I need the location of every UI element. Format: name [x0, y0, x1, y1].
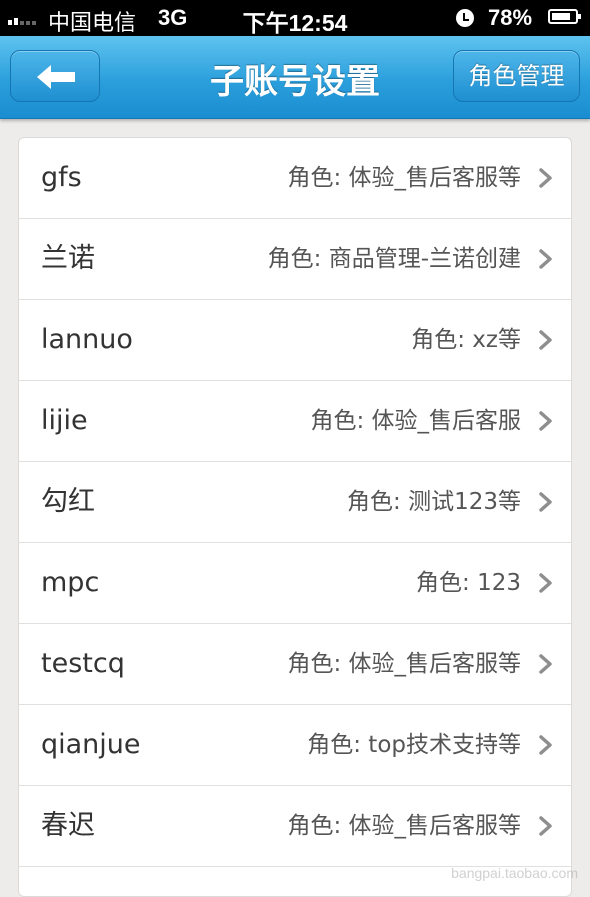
account-name: 兰诺	[41, 243, 95, 274]
nav-bar: 子账号设置 角色管理	[0, 36, 590, 119]
chevron-right-icon	[539, 735, 552, 755]
account-role: 角色: 商品管理-兰诺创建	[267, 246, 521, 272]
account-name: gfs	[41, 162, 82, 193]
list-item[interactable]: gfs 角色: 体验_售后客服等	[19, 138, 571, 219]
battery-icon	[548, 9, 581, 24]
account-role: 角色: top技术支持等	[307, 732, 521, 758]
account-name: mpc	[41, 567, 100, 598]
account-name: testcq	[41, 648, 125, 679]
list-item[interactable]: testcq 角色: 体验_售后客服等	[19, 624, 571, 705]
list-item[interactable]: 春迟 角色: 体验_售后客服等	[19, 786, 571, 867]
list-item[interactable]: mpc 角色: 123	[19, 543, 571, 624]
list-item[interactable]: 兰诺 角色: 商品管理-兰诺创建	[19, 219, 571, 300]
role-manage-button[interactable]: 角色管理	[453, 50, 580, 102]
battery-percent: 78%	[488, 5, 533, 30]
account-role: 角色: 123	[416, 570, 521, 596]
watermark: bangpai.taobao.com	[451, 865, 578, 881]
chevron-right-icon	[539, 411, 552, 431]
account-role: 角色: 测试123等	[347, 489, 521, 515]
chevron-right-icon	[539, 330, 552, 350]
list-item[interactable]: 勾红 角色: 测试123等	[19, 462, 571, 543]
chevron-right-icon	[539, 573, 552, 593]
account-name: 春迟	[41, 810, 95, 841]
account-name: 勾红	[41, 486, 95, 517]
sub-account-list: gfs 角色: 体验_售后客服等 兰诺 角色: 商品管理-兰诺创建 lannuo 角色: …	[18, 137, 572, 897]
account-name: lijie	[41, 405, 88, 436]
account-name: qianjue	[41, 729, 141, 760]
list-item[interactable]: lijie 角色: 体验_售后客服	[19, 381, 571, 462]
account-role: 角色: xz等	[411, 327, 521, 353]
chevron-right-icon	[539, 249, 552, 269]
rotation-lock-icon	[456, 9, 474, 27]
chevron-right-icon	[539, 816, 552, 836]
list-item[interactable]: lannuo 角色: xz等	[19, 300, 571, 381]
list-item[interactable]: qianjue 角色: top技术支持等	[19, 705, 571, 786]
account-name: lannuo	[41, 324, 133, 355]
chevron-right-icon	[539, 492, 552, 512]
account-role: 角色: 体验_售后客服	[310, 408, 521, 434]
account-role: 角色: 体验_售后客服等	[287, 813, 521, 839]
chevron-right-icon	[539, 168, 552, 188]
account-role: 角色: 体验_售后客服等	[287, 165, 521, 191]
account-role: 角色: 体验_售后客服等	[287, 651, 521, 677]
chevron-right-icon	[539, 654, 552, 674]
status-bar: 中国电信 3G 下午12:54 78%	[0, 0, 590, 36]
